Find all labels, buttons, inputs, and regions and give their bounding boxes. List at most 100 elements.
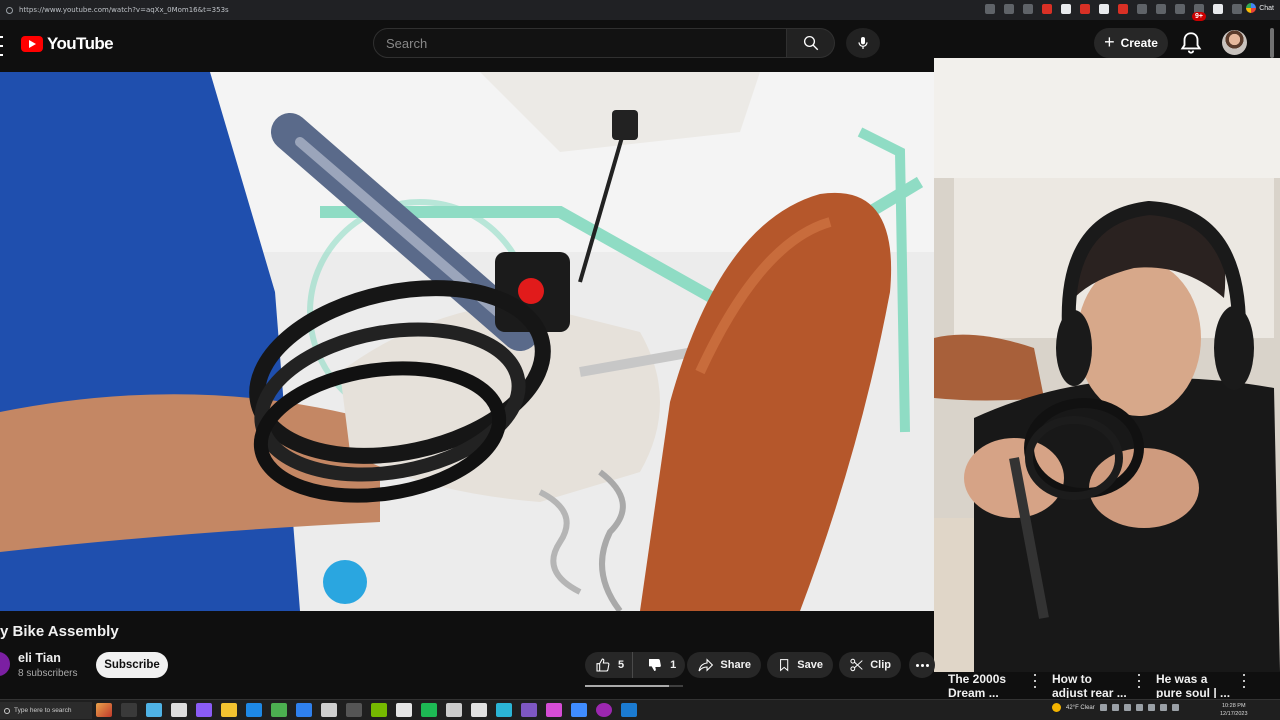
channel-avatar[interactable] (0, 652, 10, 676)
app-icon[interactable] (571, 703, 587, 717)
extension-icon[interactable] (1042, 4, 1052, 14)
channel-name[interactable]: eli Tian (18, 651, 61, 665)
file-explorer-icon[interactable] (221, 703, 237, 717)
app-icon[interactable] (546, 703, 562, 717)
search-icon (803, 35, 818, 51)
notifications-bell-icon[interactable] (1178, 30, 1204, 56)
chat-label: Chat (1259, 4, 1274, 12)
app-icon[interactable] (521, 703, 537, 717)
weather-icon[interactable] (1052, 703, 1061, 712)
recommended-video-title[interactable]: How to adjust rear ... (1052, 672, 1142, 698)
task-view-icon[interactable] (121, 703, 137, 717)
app-icon[interactable] (271, 703, 287, 717)
app-icon[interactable] (471, 703, 487, 717)
language-icon[interactable] (1171, 704, 1179, 711)
puzzle-icon[interactable] (1175, 4, 1185, 14)
plus-icon: + (1104, 32, 1115, 52)
account-avatar[interactable] (1222, 30, 1247, 55)
like-button[interactable]: 5 (585, 652, 634, 678)
recommended-title-line: pure soul | ... (1156, 686, 1231, 698)
app-icon[interactable] (96, 703, 112, 717)
recommendation-menu-icon[interactable] (1033, 674, 1037, 688)
recommended-title-line: He was a (1156, 672, 1208, 686)
profile-icon[interactable] (1213, 4, 1223, 14)
steam-icon[interactable] (621, 703, 637, 717)
app-icon[interactable] (196, 703, 212, 717)
recommended-video-title[interactable]: The 2000s Dream ... (948, 672, 1038, 698)
subscriber-count: 8 subscribers (18, 668, 78, 679)
app-icon[interactable] (371, 703, 387, 717)
like-ratio-fill (585, 685, 670, 687)
windows-taskbar: Type here to search 42°F Clear 10:28 PM … (0, 699, 1280, 720)
taskbar-search[interactable]: Type here to search (0, 702, 92, 719)
dislike-button[interactable]: 1 (639, 652, 684, 678)
extension-icon[interactable] (1156, 4, 1166, 14)
more-dot-icon (915, 663, 919, 667)
extension-icon[interactable] (985, 4, 995, 14)
chrome-icon[interactable] (496, 703, 512, 717)
bookmark-star-icon[interactable] (1023, 4, 1033, 14)
url-text[interactable]: https://www.youtube.com/watch?v=aqXx_0Mo… (19, 6, 229, 14)
app-icon[interactable] (446, 703, 462, 717)
extension-icon[interactable] (1080, 4, 1090, 14)
save-label: Save (797, 659, 823, 671)
search-input[interactable] (373, 28, 787, 58)
bluetooth-icon[interactable] (1111, 704, 1119, 711)
thumbs-up-icon (596, 658, 610, 672)
menu-icon[interactable] (0, 36, 4, 56)
clip-button[interactable]: Clip (839, 652, 901, 678)
youtube-logo[interactable]: YouTube (21, 34, 114, 54)
taskbar-clock[interactable]: 10:28 PM 12/17/2023 (1220, 702, 1248, 718)
page-scrollbar[interactable] (1270, 28, 1274, 58)
share-label: Share (720, 659, 751, 671)
chat-button[interactable]: Chat (1246, 3, 1274, 13)
system-tray: 42°F Clear (1052, 703, 1179, 712)
recommended-video-title[interactable]: He was a pure soul | ... (1156, 672, 1246, 698)
more-actions-button[interactable] (909, 652, 935, 678)
app-icon[interactable] (296, 703, 312, 717)
webcam-frame (934, 58, 1280, 672)
tray-chevron-icon[interactable] (1099, 704, 1107, 711)
save-button[interactable]: Save (767, 652, 833, 678)
search-bar (373, 28, 835, 58)
create-button[interactable]: + Create (1094, 28, 1168, 58)
like-ratio-bar (585, 685, 683, 687)
video-player[interactable] (0, 72, 934, 611)
extension-icon[interactable] (1099, 4, 1109, 14)
app-icon[interactable] (596, 703, 612, 717)
voice-search-button[interactable] (846, 28, 880, 58)
extension-icon[interactable] (1004, 4, 1014, 14)
recommended-title-line: The 2000s (948, 672, 1007, 686)
more-dot-icon (925, 663, 929, 667)
app-icon[interactable] (346, 703, 362, 717)
site-info-icon[interactable] (6, 6, 13, 14)
subscribe-button[interactable]: Subscribe (96, 652, 168, 678)
address-bar[interactable]: https://www.youtube.com/watch?v=aqXx_0Mo… (6, 3, 1006, 17)
share-button[interactable]: Share (687, 652, 761, 678)
app-icon[interactable] (146, 703, 162, 717)
extension-icon[interactable] (1137, 4, 1147, 14)
chat-icon (1246, 3, 1257, 13)
recommendation-menu-icon[interactable] (1242, 674, 1246, 688)
clip-label: Clip (870, 659, 891, 671)
menu-icon[interactable] (1232, 4, 1242, 14)
like-dislike-group: 5 1 (585, 652, 685, 678)
search-button[interactable] (787, 28, 835, 58)
extension-icon[interactable] (1061, 4, 1071, 14)
app-icon[interactable] (396, 703, 412, 717)
volume-icon[interactable] (1159, 704, 1167, 711)
youtube-extension-icon[interactable] (1118, 4, 1128, 14)
video-title: y Bike Assembly (0, 623, 119, 640)
edge-icon[interactable] (246, 703, 262, 717)
app-icon[interactable] (321, 703, 337, 717)
tray-app-icon[interactable] (1123, 704, 1131, 711)
tray-app-icon[interactable] (1135, 704, 1143, 711)
taskbar-apps (96, 703, 637, 717)
weather-text[interactable]: 42°F Clear (1066, 705, 1095, 711)
network-icon[interactable] (1147, 704, 1155, 711)
recommendation-menu-icon[interactable] (1137, 674, 1141, 688)
microphone-icon (858, 37, 868, 49)
app-icon[interactable] (421, 703, 437, 717)
app-icon[interactable] (171, 703, 187, 717)
share-icon (698, 658, 714, 672)
